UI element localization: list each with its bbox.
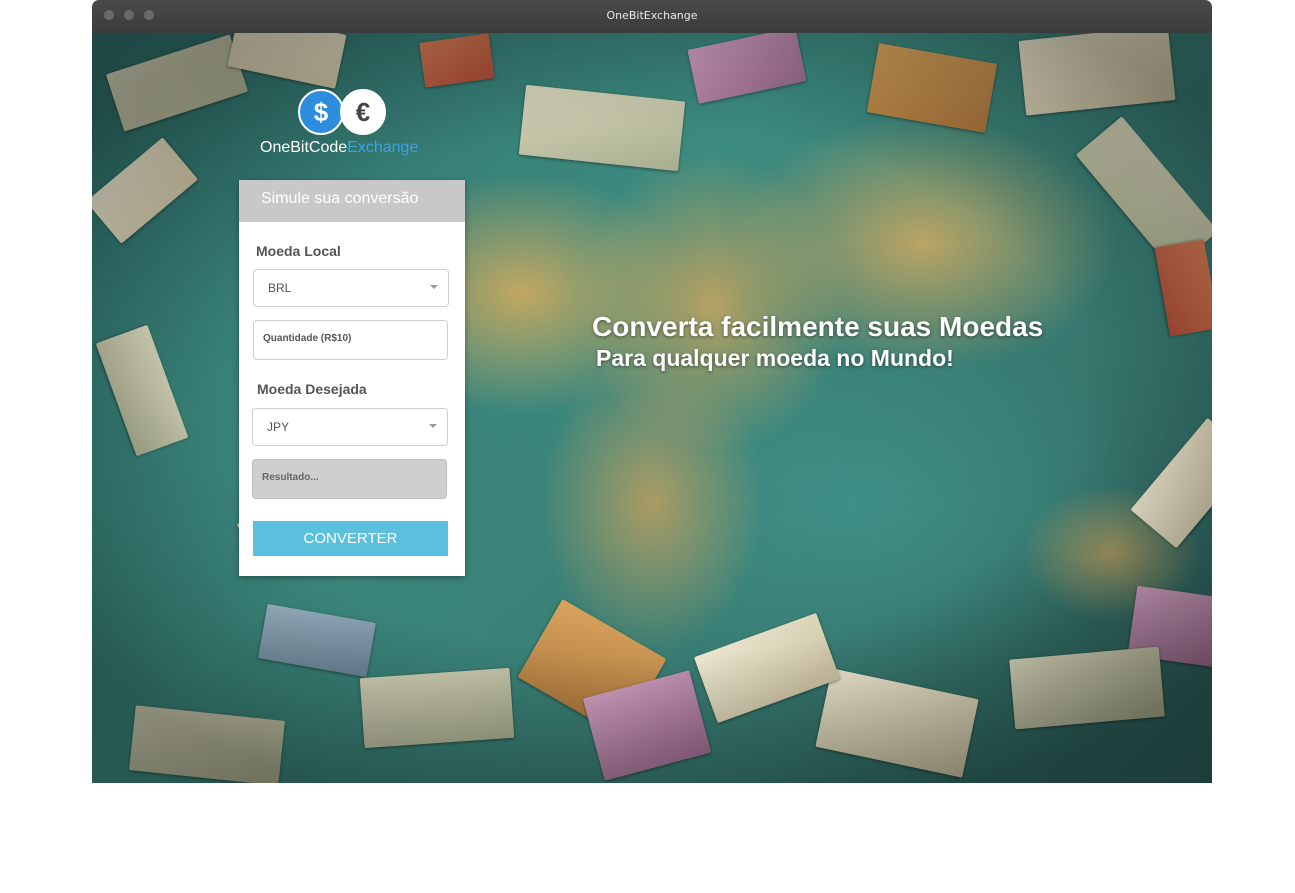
banknote-image	[92, 137, 198, 244]
dollar-coin-icon: $	[298, 89, 344, 135]
logo-text: OneBitCodeExchange	[260, 139, 418, 157]
chevron-down-icon	[430, 285, 438, 289]
banknote-image	[687, 33, 807, 104]
banknote-image	[693, 612, 841, 724]
target-currency-label: Moeda Desejada	[257, 381, 367, 397]
hero-text: Converta facilmente suas Moedas Para qua…	[592, 311, 1043, 372]
form-header: Simule sua conversão	[239, 180, 465, 222]
banknote-image	[105, 34, 249, 132]
euro-coin-icon: €	[340, 89, 386, 135]
convert-button[interactable]: CONVERTER	[253, 521, 448, 556]
window-title: OneBitExchange	[606, 9, 698, 22]
banknote-image	[1009, 646, 1165, 730]
banknote-image	[95, 324, 189, 457]
app-logo: $ € OneBitCodeExchange	[260, 89, 440, 159]
conversion-form: Simule sua conversão Moeda Local BRL Qua…	[239, 180, 465, 576]
banknote-image	[866, 43, 998, 133]
hero-subheadline: Para qualquer moeda no Mundo!	[596, 345, 954, 371]
banknote-image	[518, 84, 686, 172]
local-currency-select[interactable]: BRL	[253, 269, 449, 307]
banknote-image	[227, 33, 347, 89]
title-bar: OneBitExchange	[92, 0, 1212, 33]
banknote-image	[1154, 239, 1212, 337]
banknote-image	[1130, 417, 1212, 549]
result-placeholder: Resultado...	[262, 472, 319, 483]
quantity-input[interactable]: Quantidade (R$10)	[253, 320, 448, 360]
banknote-image	[359, 667, 515, 749]
local-currency-label: Moeda Local	[256, 243, 341, 259]
logo-name-part1: OneBitCode	[260, 139, 348, 156]
logo-name-part2: Exchange	[347, 139, 419, 156]
banknote-image	[419, 33, 495, 88]
target-currency-select[interactable]: JPY	[252, 408, 448, 446]
result-field: Resultado...	[252, 459, 447, 499]
banknote-image	[815, 668, 979, 778]
world-map-background: $ € OneBitCodeExchange Simule sua conver…	[92, 33, 1212, 783]
form-title: Simule sua conversão	[261, 190, 419, 207]
banknote-image	[129, 705, 285, 783]
banknote-image	[258, 603, 376, 678]
banknote-image	[1018, 33, 1176, 116]
target-currency-value: JPY	[267, 420, 290, 434]
quantity-placeholder: Quantidade (R$10)	[263, 333, 352, 344]
local-currency-value: BRL	[268, 281, 292, 295]
hero-headline: Converta facilmente suas Moedas	[592, 311, 1044, 342]
chevron-down-icon	[429, 424, 437, 428]
browser-window: OneBitExchange $ € OneBitCodeExchange Si…	[92, 0, 1212, 783]
